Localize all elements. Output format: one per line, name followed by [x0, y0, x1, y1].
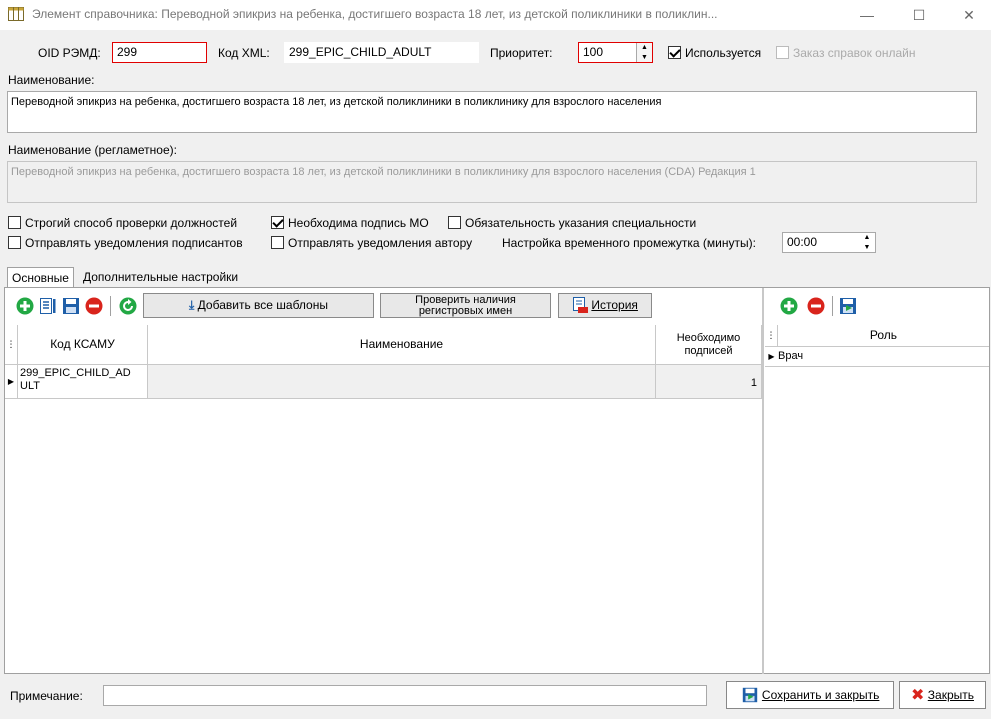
spin-up-icon[interactable]: ▲: [859, 233, 875, 243]
checkbox-mark[interactable]: [271, 236, 284, 249]
close-window-button[interactable]: ✕: [947, 0, 991, 30]
xml-code-label: Код XML:: [218, 46, 270, 60]
name-textarea[interactable]: Переводной эпикриз на ребенка, достигшег…: [7, 91, 977, 133]
title-bar: Элемент справочника: Переводной эпикриз …: [0, 0, 991, 30]
tab-additional[interactable]: Дополнительные настройки: [79, 267, 242, 287]
maximize-button[interactable]: ☐: [897, 0, 941, 30]
checkbox-mark[interactable]: [8, 236, 21, 249]
column-chooser-icon[interactable]: ⋮: [765, 325, 778, 346]
used-checkbox[interactable]: Используется: [668, 46, 761, 60]
oid-input[interactable]: 299: [112, 42, 207, 63]
reg-name-label: Наименование (регламетное):: [8, 143, 177, 157]
cell-role[interactable]: Врач: [778, 347, 803, 366]
save-role-icon[interactable]: [838, 296, 858, 316]
table-row[interactable]: ▶ 299_EPIC_CHILD_AD ULT 1: [5, 365, 762, 399]
refresh-icon[interactable]: [118, 296, 138, 316]
check-register-names-button[interactable]: Проверить наличия регистровых имен: [380, 293, 551, 318]
col-header-code[interactable]: Код КСАМУ: [18, 325, 148, 364]
spin-down-icon[interactable]: ▼: [859, 243, 875, 253]
time-interval-value: 00:00: [787, 235, 818, 249]
cell-name[interactable]: [148, 365, 656, 399]
time-interval-label: Настройка временного промежутка (минуты)…: [502, 236, 756, 250]
download-icon: ⤓: [189, 298, 195, 312]
specialty-required-checkbox[interactable]: Обязательность указания специальности: [448, 216, 696, 230]
column-chooser-icon[interactable]: ⋮: [5, 325, 18, 364]
remove-role-icon[interactable]: [806, 296, 826, 316]
add-role-icon[interactable]: [779, 296, 799, 316]
minimize-button[interactable]: —: [845, 0, 889, 30]
priority-spinner[interactable]: ▲ ▼: [636, 43, 652, 62]
close-button[interactable]: ✖ Закрыть: [899, 681, 986, 709]
checkbox-mark: [776, 46, 789, 59]
priority-value: 100: [583, 45, 604, 59]
toolbar-separator: [110, 296, 111, 316]
close-icon: ✖: [911, 687, 925, 704]
row-indicator-icon: ▶: [768, 352, 775, 361]
oid-label: OID РЭМД:: [38, 46, 101, 60]
checkbox-mark[interactable]: [271, 216, 284, 229]
table-icon: [8, 7, 24, 21]
spin-down-icon[interactable]: ▼: [637, 53, 652, 63]
checkbox-mark[interactable]: [448, 216, 461, 229]
note-input[interactable]: [103, 685, 707, 706]
toolbar-separator: [832, 296, 833, 316]
spin-up-icon[interactable]: ▲: [637, 43, 652, 53]
window-title: Элемент справочника: Переводной эпикриз …: [32, 7, 718, 21]
checkbox-mark[interactable]: [8, 216, 21, 229]
save-and-close-button[interactable]: Сохранить и закрыть: [726, 681, 894, 709]
cell-signs[interactable]: 1: [656, 365, 762, 399]
table-row[interactable]: ▶ Врач: [765, 347, 989, 367]
col-header-name[interactable]: Наименование: [148, 325, 656, 364]
notify-signers-checkbox[interactable]: Отправлять уведомления подписантов: [8, 236, 243, 250]
name-label: Наименование:: [8, 73, 95, 87]
history-button[interactable]: История: [558, 293, 652, 318]
strict-check-checkbox[interactable]: Строгий способ проверки должностей: [8, 216, 237, 230]
online-orders-checkbox: Заказ справок онлайн: [776, 46, 915, 60]
row-indicator-icon: ▶: [5, 365, 18, 399]
col-header-signs[interactable]: Необходимо подписей: [656, 325, 762, 364]
note-label: Примечание:: [10, 689, 83, 703]
reg-name-textarea: Переводной эпикриз на ребенка, достигшег…: [7, 161, 977, 203]
save-icon: [742, 687, 757, 703]
log-icon: [573, 297, 589, 313]
mo-signature-checkbox[interactable]: Необходима подпись МО: [271, 216, 429, 230]
notify-author-checkbox[interactable]: Отправлять уведомления автору: [271, 236, 472, 250]
add-icon[interactable]: [15, 296, 35, 316]
edit-list-icon[interactable]: [38, 296, 58, 316]
checkbox-mark[interactable]: [668, 46, 681, 59]
xml-code-input[interactable]: 299_EPIC_CHILD_ADULT: [284, 42, 479, 63]
grid-header: ⋮ Код КСАМУ Наименование Необходимо подп…: [5, 325, 762, 365]
tab-main[interactable]: Основные: [7, 267, 74, 287]
splitter[interactable]: [762, 288, 764, 674]
save-icon[interactable]: [61, 296, 81, 316]
priority-label: Приоритет:: [490, 46, 553, 60]
roles-grid-header: ⋮ Роль: [765, 325, 989, 347]
cell-code[interactable]: 299_EPIC_CHILD_AD ULT: [18, 365, 148, 399]
add-all-templates-button[interactable]: ⤓ Добавить все шаблоны: [143, 293, 374, 318]
col-header-role[interactable]: Роль: [778, 325, 989, 346]
remove-icon[interactable]: [84, 296, 104, 316]
time-spinner[interactable]: ▲ ▼: [859, 233, 875, 252]
